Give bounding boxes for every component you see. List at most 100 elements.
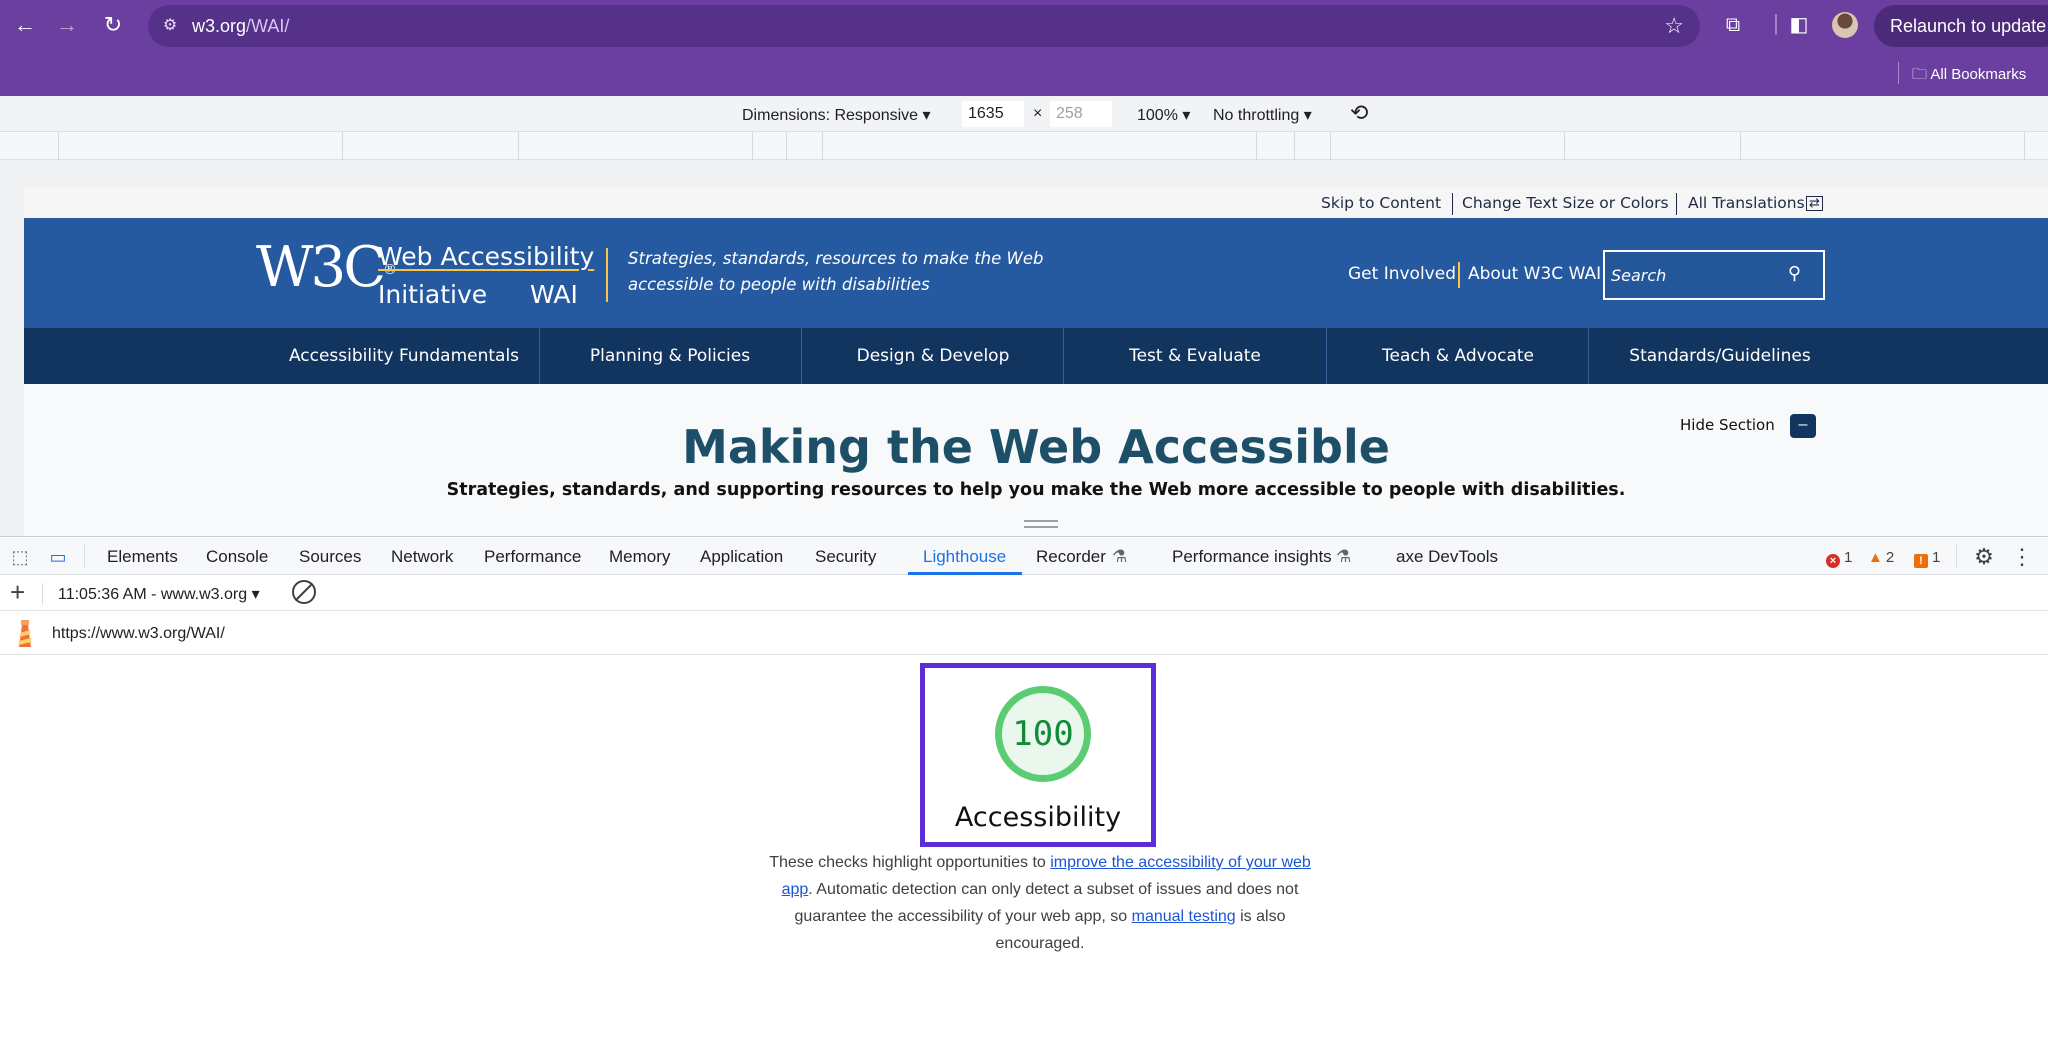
tab-divider [1956, 545, 1957, 567]
tab-divider [84, 545, 85, 567]
nav-design-develop[interactable]: Design & Develop [802, 328, 1064, 384]
relaunch-button[interactable]: Relaunch to update [1874, 5, 2048, 47]
error-icon: × [1826, 554, 1840, 568]
toolbar-divider [42, 583, 43, 605]
tab-sources[interactable]: Sources [299, 547, 361, 567]
new-report-plus-icon[interactable]: + [10, 577, 25, 608]
tab-recorder[interactable]: Recorder [1036, 547, 1106, 567]
link-divider [1452, 193, 1453, 215]
warning-count-badge[interactable]: ▲ 2 [1868, 549, 1894, 566]
score-value: 100 [1012, 714, 1074, 754]
ruler-tick [1256, 132, 1257, 160]
nav-standards-guidelines[interactable]: Standards/Guidelines [1589, 328, 1851, 384]
address-bar[interactable]: ⚙ w3.org/WAI/ ☆ [148, 5, 1700, 47]
throttling-dropdown[interactable]: No throttling ▾ [1213, 105, 1312, 125]
dimensions-dropdown[interactable]: Dimensions: Responsive ▾ [742, 105, 931, 125]
settings-gear-icon[interactable]: ⚙ [1972, 545, 1996, 569]
audited-url[interactable]: https://www.w3.org/WAI/ [52, 625, 225, 643]
tab-network[interactable]: Network [391, 547, 453, 567]
site-header: W3C® Web Accessibility Initiative WAI St… [24, 218, 2048, 328]
all-bookmarks-button[interactable]: 🗀 All Bookmarks [1898, 62, 2026, 89]
translate-icon: ⇄ [1806, 196, 1823, 211]
resize-handle[interactable] [1024, 520, 1058, 528]
category-description: These checks highlight opportunities to … [766, 849, 1314, 957]
site-title-wai[interactable]: WAI [530, 280, 578, 309]
device-toolbar-icon[interactable]: ▭ [46, 545, 70, 569]
accessibility-score-highlight: 100 Accessibility [920, 663, 1156, 847]
forward-arrow-icon[interactable]: → [52, 10, 82, 40]
media-query-bar[interactable] [0, 132, 2048, 160]
hero-subtitle: Strategies, standards, and supporting re… [446, 480, 1626, 500]
link-divider [1676, 193, 1677, 215]
tab-axe-devtools[interactable]: axe DevTools [1396, 547, 1498, 567]
nav-accessibility-fundamentals[interactable]: Accessibility Fundamentals [274, 328, 534, 384]
extensions-puzzle-icon[interactable]: ⧉ [1720, 12, 1746, 38]
nav-test-evaluate[interactable]: Test & Evaluate [1064, 328, 1326, 384]
side-panel-icon[interactable]: ◧ [1786, 12, 1812, 38]
site-title-line1[interactable]: Web Accessibility [378, 242, 594, 271]
skip-to-content-link[interactable]: Skip to Content [1321, 194, 1441, 212]
tab-lighthouse[interactable]: Lighthouse [923, 547, 1006, 567]
issues-icon: ! [1914, 554, 1928, 568]
all-translations-link[interactable]: All Translations [1688, 194, 1805, 212]
search-placeholder: Search [1611, 266, 1667, 285]
top-links-divider [1458, 262, 1460, 288]
score-gauge[interactable]: 100 [995, 686, 1091, 782]
site-settings-icon[interactable]: ⚙ [158, 14, 182, 38]
width-input[interactable]: 1635 [962, 101, 1024, 127]
site-title-line2[interactable]: Initiative [378, 280, 487, 309]
bookmark-star-icon[interactable]: ☆ [1664, 13, 1684, 39]
report-selector[interactable]: 11:05:36 AM - www.w3.org ▾ [58, 584, 260, 604]
nav-teach-advocate[interactable]: Teach & Advocate [1327, 328, 1589, 384]
lighthouse-logo-icon [18, 620, 32, 647]
issues-count-badge[interactable]: ! 1 [1914, 549, 1940, 568]
category-title: Accessibility [954, 802, 1122, 833]
devtools-tab-bar: ⬚ ▭ Elements Console Sources Network Per… [0, 537, 2048, 575]
folder-icon: 🗀 [1912, 66, 1928, 83]
ruler-tick [786, 132, 787, 160]
utility-links-bar: Skip to Content Change Text Size or Colo… [24, 188, 2048, 218]
search-icon[interactable]: ⚲ [1788, 263, 1801, 284]
site-tagline: Strategies, standards, resources to make… [628, 249, 1044, 294]
bookmarks-divider [1898, 62, 1899, 84]
hero-title: Making the Web Accessible [682, 420, 1390, 474]
ruler-tick [1330, 132, 1331, 160]
w3c-logo[interactable]: W3C® [256, 240, 397, 296]
w3c-logo-text: W3C [256, 235, 386, 300]
back-arrow-icon[interactable]: ← [10, 10, 40, 40]
ruler-tick [1740, 132, 1741, 160]
height-input[interactable]: 258 [1050, 101, 1112, 127]
tab-performance[interactable]: Performance [484, 547, 581, 567]
change-text-size-link[interactable]: Change Text Size or Colors [1462, 194, 1669, 212]
ruler-tick [2024, 132, 2025, 160]
rotate-icon[interactable]: ⟲ [1350, 100, 1368, 126]
tab-application[interactable]: Application [700, 547, 783, 567]
tab-elements[interactable]: Elements [107, 547, 178, 567]
ruler-tick [58, 132, 59, 160]
dimension-times: × [1033, 105, 1043, 122]
w3c-wai-page: Skip to Content Change Text Size or Colo… [24, 188, 2048, 536]
url-host: w3.org [192, 16, 247, 36]
inspect-element-icon[interactable]: ⬚ [8, 545, 32, 569]
tab-console[interactable]: Console [206, 547, 268, 567]
nav-planning-policies[interactable]: Planning & Policies [540, 328, 800, 384]
url-path: /WAI/ [246, 16, 290, 36]
more-options-icon[interactable]: ⋮ [2010, 545, 2034, 569]
warning-count: 2 [1885, 549, 1895, 566]
tab-security[interactable]: Security [815, 547, 876, 567]
profile-avatar[interactable] [1832, 12, 1858, 38]
site-search-input[interactable]: Search ⚲ [1603, 250, 1825, 300]
tab-performance-insights[interactable]: Performance insights [1172, 547, 1332, 567]
lighthouse-toolbar: + 11:05:36 AM - www.w3.org ▾ [0, 575, 2048, 611]
ruler-tick [752, 132, 753, 160]
about-w3c-wai-link[interactable]: About W3C WAI [1468, 264, 1601, 284]
tab-memory[interactable]: Memory [609, 547, 670, 567]
reload-icon[interactable]: ↻ [98, 10, 128, 40]
clear-reports-icon[interactable] [292, 580, 316, 604]
manual-testing-link[interactable]: manual testing [1132, 908, 1236, 925]
error-count-badge[interactable]: × 1 [1826, 549, 1852, 568]
get-involved-link[interactable]: Get Involved [1348, 264, 1456, 284]
zoom-dropdown[interactable]: 100% ▾ [1137, 105, 1190, 125]
ruler-tick [1564, 132, 1565, 160]
experimental-flask-icon: ⚗ [1112, 547, 1128, 566]
